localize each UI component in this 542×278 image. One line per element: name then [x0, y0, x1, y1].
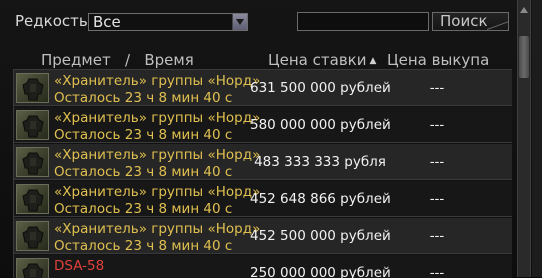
scrollbar[interactable]: [517, 0, 531, 277]
search-button[interactable]: Поиск: [432, 12, 509, 31]
item-name: «Хранитель» группы «Норд»: [54, 73, 261, 89]
bid-price: 452 500 000 рублей: [250, 228, 391, 244]
lots-table: «Хранитель» группы «Норд» Осталось 23 ч 8…: [13, 69, 512, 278]
auction-panel: Редкость Все Поиск Предмет / Время Цена …: [0, 0, 542, 278]
time-remaining: Осталось 23 ч 8 мин 40 с: [54, 127, 233, 143]
item-name: «Хранитель» группы «Норд»: [54, 147, 261, 163]
chevron-down-icon[interactable]: [232, 14, 247, 30]
table-row[interactable]: «Хранитель» группы «Норд» Осталось 23 ч 8…: [14, 70, 512, 106]
column-header-item-time[interactable]: Предмет / Время: [41, 51, 194, 69]
buyout-price: ---: [429, 154, 445, 170]
armor-suit-icon: [16, 258, 49, 278]
time-remaining: Осталось 23 ч 8 мин 40 с: [54, 238, 233, 254]
bid-price: 580 000 000 рублей: [250, 117, 391, 133]
bid-price: 631 500 000 рублей: [250, 80, 391, 96]
column-header-buyout[interactable]: Цена выкупа: [387, 51, 489, 69]
rarity-select[interactable]: Все: [88, 13, 248, 31]
armor-suit-icon: [16, 147, 49, 177]
panel-edge: [532, 0, 542, 277]
sort-ascending-icon: ▲: [369, 55, 377, 66]
rarity-selected-value: Все: [93, 13, 121, 31]
column-header-bid[interactable]: Цена ставки ▲: [268, 51, 376, 69]
armor-suit-icon: [16, 110, 49, 140]
armor-suit-icon: [16, 73, 49, 103]
bid-price: 483 333 333 рубля: [254, 154, 386, 170]
scroll-thumb[interactable]: [519, 36, 529, 78]
buyout-price: ---: [429, 265, 445, 278]
bid-price: 452 648 866 рублей: [250, 191, 391, 207]
item-name: DSA-58: [54, 258, 105, 274]
time-remaining: Осталось 23 ч 8 мин 40 с: [54, 201, 233, 217]
armor-suit-icon: [16, 221, 49, 251]
buyout-price: ---: [429, 80, 445, 96]
buyout-price: ---: [429, 117, 445, 133]
column-header-bid-label: Цена ставки: [268, 51, 367, 69]
rarity-label: Редкость: [15, 12, 88, 30]
buyout-price: ---: [429, 228, 445, 244]
search-input[interactable]: [297, 12, 429, 31]
time-remaining: Осталось 23 ч 8 мин 40 с: [54, 90, 233, 106]
table-row[interactable]: DSA-58 250 000 000 рублей ---: [14, 255, 512, 278]
table-row[interactable]: «Хранитель» группы «Норд» Осталось 23 ч 8…: [14, 144, 512, 180]
bid-price: 250 000 000 рублей: [250, 265, 391, 278]
item-name: «Хранитель» группы «Норд»: [54, 221, 261, 237]
item-name: «Хранитель» группы «Норд»: [54, 110, 261, 126]
item-name: «Хранитель» группы «Норд»: [54, 184, 261, 200]
scroll-up-icon[interactable]: [518, 4, 530, 16]
time-remaining: Осталось 23 ч 8 мин 40 с: [54, 164, 233, 180]
armor-suit-icon: [16, 184, 49, 214]
table-row[interactable]: «Хранитель» группы «Норд» Осталось 23 ч 8…: [14, 218, 512, 254]
table-row[interactable]: «Хранитель» группы «Норд» Осталось 23 ч 8…: [14, 181, 512, 217]
buyout-price: ---: [429, 191, 445, 207]
table-row[interactable]: «Хранитель» группы «Норд» Осталось 23 ч 8…: [14, 107, 512, 143]
